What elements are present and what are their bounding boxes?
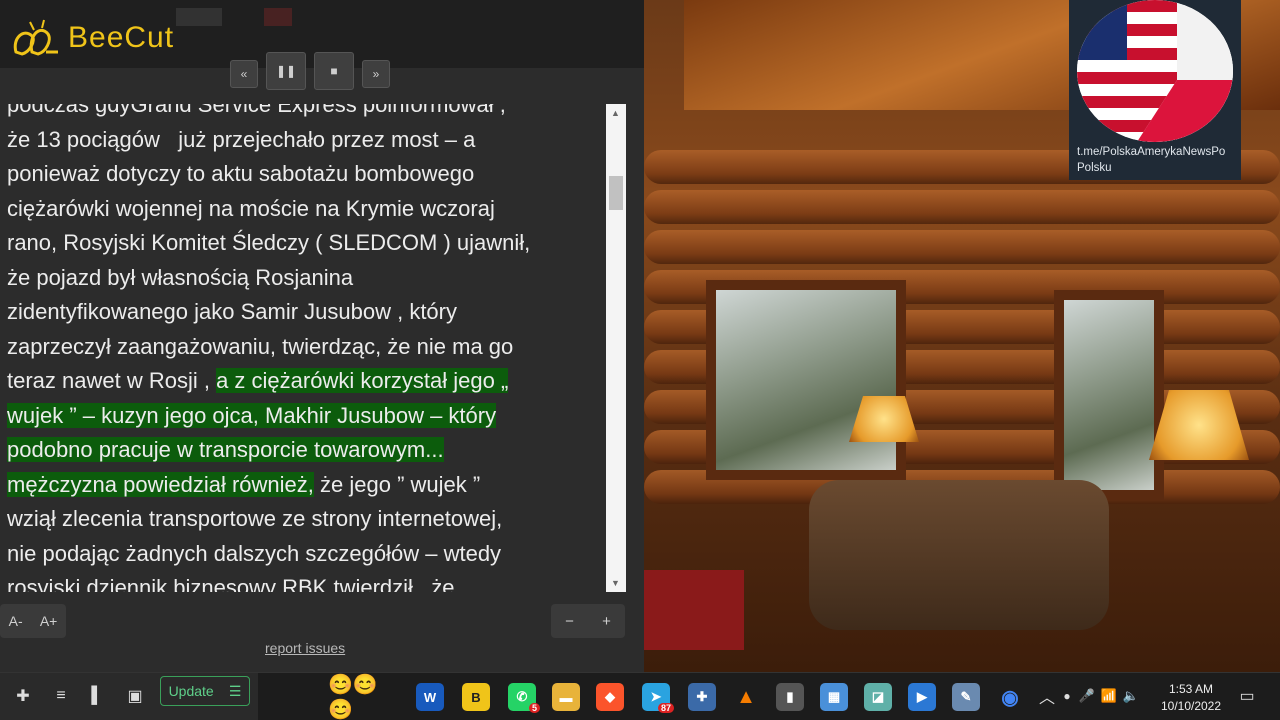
text-segment: ciężarówki wojennej na moście na Krymie …	[7, 195, 495, 221]
faded-thumbnail	[176, 8, 222, 26]
text-line: ciężarówki wojennej na moście na Krymie …	[7, 192, 602, 227]
font-size-controls: A- A+	[0, 604, 66, 638]
vlc-icon[interactable]: ▲	[732, 683, 760, 711]
reader-text-area[interactable]: podczas gdyGrand Service Express poinfor…	[0, 104, 606, 592]
text-line: że pojazd był własnością Rosjanina	[7, 261, 602, 296]
menu-icon: ☰	[228, 682, 242, 699]
scrollbar-thumb[interactable]	[609, 176, 623, 210]
tray-icon[interactable]: ●	[1056, 685, 1078, 707]
channel-overlay: t.me/PolskaAmerykaNewsPo Polsku	[1069, 0, 1241, 180]
reader-panel: BeeCut « ❚❚ ■ » podczas gdyGrand Service…	[0, 0, 644, 672]
app-name: BeeCut	[68, 21, 175, 54]
taskbar: ✚ ≡ ▌ ▣ Update ☰ 😊😊😊 W B ✆ 5 ▬ ◆ ➤ 87 ✚ ▲ …	[0, 672, 1280, 720]
wallet-icon[interactable]: ▣	[124, 685, 146, 707]
sidebar-icon[interactable]: ▌	[86, 685, 108, 707]
zoom-out-button[interactable]: −	[565, 613, 574, 630]
microphone-icon[interactable]: 🎤	[1076, 685, 1098, 707]
text-segment: podczas gdyGrand Service Express poinfor…	[7, 104, 506, 117]
scroll-up-arrow-icon[interactable]: ▲	[611, 108, 620, 118]
us-poland-flag-logo	[1077, 0, 1233, 142]
increase-font-button[interactable]: A+	[40, 613, 58, 629]
beecut-icon[interactable]: B	[462, 683, 490, 711]
whatsapp-icon[interactable]: ✆ 5	[508, 683, 540, 713]
text-line: wziął zlecenia transportowe ze strony in…	[7, 502, 602, 537]
text-segment: że 13 pociągów już przejechało przez mos…	[7, 126, 476, 152]
network-icon[interactable]: 📶	[1098, 685, 1120, 707]
text-line: rosyjski dziennik biznesowy RBK twierdzi…	[7, 571, 602, 592]
playback-controls: « ❚❚ ■ »	[230, 52, 390, 90]
taskbar-left-section: ✚ ≡ ▌ ▣ Update ☰	[0, 673, 258, 720]
stop-button[interactable]: ■	[314, 52, 354, 90]
text-segment: wziął zlecenia transportowe ze strony in…	[7, 506, 503, 531]
text-segment: ponieważ dotyczy to aktu sabotażu bombow…	[7, 161, 475, 186]
highlighted-text: podobno pracuje w transporcie towarowym.…	[7, 437, 444, 462]
zoom-in-button[interactable]: +	[602, 613, 611, 630]
highlighted-text: wujek ” – kuzyn jego ojca, Makhir Jusubo…	[7, 402, 497, 428]
brave-browser-icon[interactable]: ◆	[596, 683, 624, 711]
bee-logo-icon	[13, 19, 58, 56]
text-segment: zaprzeczył zaangażowaniu, twierdząc, że …	[7, 333, 514, 359]
text-line: ponieważ dotyczy to aktu sabotażu bombow…	[7, 157, 602, 192]
update-button[interactable]: Update ☰	[160, 676, 250, 706]
video-editor-icon[interactable]: ▶	[908, 683, 936, 711]
text-segment: nie podając żadnych dalszych szczegółów …	[7, 540, 502, 566]
text-line: wujek ” – kuzyn jego ojca, Makhir Jusubo…	[7, 399, 602, 434]
text-line: że 13 pociągów już przejechało przez mos…	[7, 123, 602, 158]
text-line: podobno pracuje w transporcie towarowym.…	[7, 433, 602, 468]
text-line: mężczyzna powiedział również, że jego ” …	[7, 468, 602, 503]
text-segment: że pojazd był własnością Rosjanina	[7, 264, 354, 290]
text-line: nie podając żadnych dalszych szczegółów …	[7, 537, 602, 572]
text-segment: rano, Rosyjski Komitet Śledczy ( SLEDCOM…	[7, 230, 531, 255]
highlighted-text: a z ciężarówki korzystał jego „	[216, 368, 509, 393]
text-segment: że jego ” wujek ”	[313, 471, 481, 497]
text-line: teraz nawet w Rosji , a z ciężarówki kor…	[7, 364, 602, 399]
text-segment: teraz nawet w Rosji ,	[7, 368, 217, 393]
notifications-icon[interactable]: ▭	[1236, 685, 1258, 707]
text-line: podczas gdyGrand Service Express poinfor…	[7, 104, 602, 123]
scroll-down-arrow-icon[interactable]: ▼	[611, 578, 620, 588]
text-segment: zidentyfikowanego jako Samir Jusubow , k…	[7, 299, 457, 324]
word-icon[interactable]: W	[416, 683, 444, 711]
rewind-button[interactable]: «	[230, 60, 258, 88]
report-issues-link[interactable]: report issues	[265, 640, 345, 656]
volume-icon[interactable]: 🔈	[1120, 685, 1142, 707]
clock-time: 1:53 AM	[1168, 682, 1214, 696]
text-line: rano, Rosyjski Komitet Śledczy ( SLEDCOM…	[7, 226, 602, 261]
chrome-icon[interactable]: ◉	[996, 683, 1024, 711]
notes-icon[interactable]: ◪	[864, 683, 892, 711]
telegram-icon[interactable]: ➤ 87	[642, 683, 674, 713]
text-line: zaprzeczył zaangażowaniu, twierdząc, że …	[7, 330, 602, 365]
file-explorer-icon[interactable]: ▬	[552, 683, 580, 711]
text-segment: rosyjski dziennik biznesowy RBK twierdzi…	[7, 575, 455, 592]
channel-link[interactable]: t.me/PolskaAmerykaNewsPo Polsku	[1077, 144, 1243, 176]
system-clock[interactable]: 1:53 AM 10/10/2022	[1156, 681, 1226, 715]
vertical-scrollbar[interactable]: ▲ ▼	[606, 104, 626, 592]
app-logo: BeeCut	[10, 18, 174, 58]
photos-icon[interactable]: ▦	[820, 683, 848, 711]
paint-icon[interactable]: ✎	[952, 683, 980, 711]
clock-date: 10/10/2022	[1160, 699, 1222, 713]
playlist-icon[interactable]: ≡	[50, 685, 72, 707]
screen: BeeCut « ❚❚ ■ » podczas gdyGrand Service…	[0, 0, 1280, 720]
emoji-icons[interactable]: 😊😊😊	[328, 674, 402, 720]
text-line: zidentyfikowanego jako Samir Jusubow , k…	[7, 295, 602, 330]
zoom-controls: − +	[551, 604, 625, 638]
chevron-up-icon[interactable]: ︿	[1036, 685, 1058, 707]
fast-forward-button[interactable]: »	[362, 60, 390, 88]
article-text: podczas gdyGrand Service Express poinfor…	[7, 104, 602, 592]
decrease-font-button[interactable]: A-	[9, 613, 23, 629]
pause-button[interactable]: ❚❚	[266, 52, 306, 90]
device-icon[interactable]: ▮	[776, 683, 804, 711]
app-icon[interactable]: ✚	[688, 683, 716, 711]
highlighted-text: mężczyzna powiedział również,	[7, 471, 314, 497]
faded-thumbnail	[264, 8, 292, 26]
update-label: Update	[168, 683, 214, 699]
extensions-icon[interactable]: ✚	[12, 685, 34, 707]
